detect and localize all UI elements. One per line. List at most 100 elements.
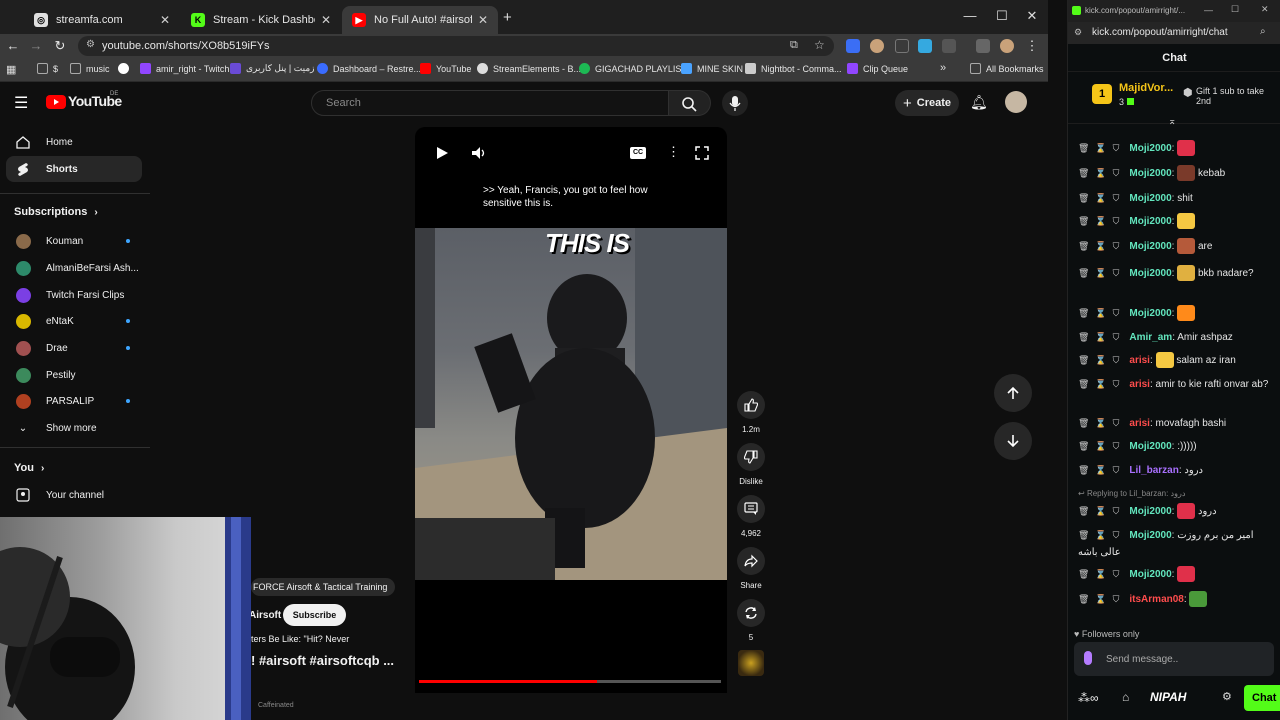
address-bar[interactable]: ⚙ youtube.com/shorts/XO8b519iFYs ⧉ ☆ <box>78 36 834 56</box>
channel-handle[interactable]: Airsoft <box>249 610 281 621</box>
bookmark-item[interactable]: YouTube <box>420 63 471 74</box>
hamburger-menu-icon[interactable]: ☰ <box>14 93 28 113</box>
minimize-button[interactable]: — <box>960 8 980 23</box>
account-avatar[interactable] <box>1005 91 1027 113</box>
profile-avatar[interactable] <box>1000 39 1014 53</box>
moderation-icons[interactable]: 🗑︎⌛⛉ <box>1078 569 1125 579</box>
chat-username[interactable]: Moji2000 <box>1129 530 1171 541</box>
moderation-icons[interactable]: 🗑︎⌛⛉ <box>1078 332 1125 342</box>
chat-username[interactable]: Lil_barzan <box>1129 465 1178 476</box>
you-heading[interactable]: You › <box>14 462 44 474</box>
short-title[interactable]: ! #airsoft #airsoftcqb ... <box>251 653 394 668</box>
moderation-icons[interactable]: 🗑︎⌛⛉ <box>1078 594 1125 604</box>
chat-message[interactable]: 🗑︎⌛⛉ Moji2000: <box>1078 305 1274 322</box>
tab-kick-dashboard[interactable]: K Stream - Kick Dashboard ✕ <box>181 6 341 34</box>
tab-streamfa[interactable]: ◎ streamfa.com ✕ <box>24 6 180 34</box>
remix-button[interactable]: 5 <box>736 599 766 642</box>
moderation-icons[interactable]: 🗑︎⌛⛉ <box>1078 308 1125 318</box>
sidebar-item-home[interactable]: Home <box>6 129 142 155</box>
moderation-icons[interactable]: 🗑︎⌛⛉ <box>1078 241 1125 251</box>
close-icon[interactable]: ✕ <box>478 13 488 27</box>
subscription-item[interactable]: AlmaniBeFarsi Ash... <box>6 255 142 281</box>
moderation-icons[interactable]: 🗑︎⌛⛉ <box>1078 193 1125 203</box>
fullscreen-button[interactable] <box>695 146 709 165</box>
extension-icon[interactable] <box>918 39 932 53</box>
moderation-icons[interactable]: 🗑︎⌛⛉ <box>1078 216 1125 226</box>
volume-button[interactable] <box>471 146 487 165</box>
create-button[interactable]: + Create <box>895 90 959 116</box>
chat-username[interactable]: Moji2000 <box>1129 241 1171 252</box>
chat-message[interactable]: 🗑︎⌛⛉ arisi: amir to kie rafti onvar ab? <box>1078 376 1274 410</box>
chat-message[interactable]: 🗑︎⌛⛉ Moji2000: <box>1078 140 1274 157</box>
close-window-button[interactable]: ✕ <box>1261 4 1269 15</box>
chat-message[interactable]: 🗑︎⌛⛉ Moji2000: bkb nadare? <box>1078 265 1274 299</box>
maximize-button[interactable]: ☐ <box>1231 4 1239 15</box>
menu-kebab-icon[interactable]: ⋮ <box>1022 37 1042 55</box>
subscription-item[interactable]: PARSALIP <box>6 388 142 414</box>
chat-username[interactable]: Moji2000 <box>1129 441 1171 452</box>
extension-icon[interactable] <box>846 39 860 53</box>
shorts-player[interactable]: CC ⋮ >> Yeah, Francis, you got to feel h… <box>415 127 727 693</box>
maximize-button[interactable]: ☐ <box>992 8 1012 24</box>
chat-message[interactable]: 🗑︎⌛⛉ Lil_barzan: درود <box>1078 462 1274 479</box>
video-frame[interactable]: THIS IS <box>415 228 727 580</box>
chat-message[interactable]: 🗑︎⌛⛉ Moji2000: امیر من برم روزت عالی باشه <box>1078 527 1274 561</box>
close-icon[interactable]: ✕ <box>321 13 331 27</box>
new-tab-button[interactable]: + <box>503 9 512 26</box>
media-icon[interactable] <box>976 39 990 53</box>
sound-thumbnail[interactable] <box>738 650 764 676</box>
progress-bar[interactable] <box>419 680 721 683</box>
settings-gear-icon[interactable]: ⚙ <box>1222 690 1232 703</box>
moderation-icons[interactable]: 🗑︎⌛⛉ <box>1078 168 1125 178</box>
chat-message[interactable]: 🗑︎⌛⛉ Moji2000: are <box>1078 238 1274 255</box>
chat-username[interactable]: Moji2000 <box>1129 569 1171 580</box>
notifications-bell-icon[interactable]: 🔔︎ <box>970 94 988 111</box>
chat-message[interactable]: 🗑︎⌛⛉ itsArman08: <box>1078 591 1274 608</box>
moderation-icons[interactable]: 🗑︎⌛⛉ <box>1078 441 1125 451</box>
close-window-button[interactable]: ✕ <box>1022 8 1042 24</box>
like-button[interactable]: 1.2m <box>736 391 766 434</box>
back-button[interactable]: ← <box>3 37 23 55</box>
chat-message[interactable]: 🗑︎⌛⛉ arisi: movafagh bashi <box>1078 415 1274 432</box>
chat-username[interactable]: arisi <box>1129 355 1150 366</box>
all-bookmarks-button[interactable]: All Bookmarks <box>970 63 1044 74</box>
bookmark-item[interactable]: $ <box>37 63 58 74</box>
dislike-button[interactable]: Dislike <box>736 443 766 486</box>
site-info-icon[interactable]: ⚙ <box>1074 27 1082 38</box>
sidebar-item-your-channel[interactable]: Your channel <box>6 482 142 508</box>
bookmark-item[interactable]: Nightbot - Comma... <box>745 63 842 74</box>
moderation-icons[interactable]: 🗑︎⌛⛉ <box>1078 418 1125 428</box>
chat-username[interactable]: Moji2000 <box>1129 506 1171 517</box>
install-icon[interactable]: ⧉ <box>790 39 798 52</box>
chat-username[interactable]: Amir_am <box>1129 332 1172 343</box>
bookmark-item[interactable]: amir_right - Twitch <box>140 63 229 74</box>
more-options-icon[interactable]: ⋮ <box>667 144 680 160</box>
extension-icon[interactable] <box>895 39 909 53</box>
bookmark-item[interactable] <box>118 63 134 74</box>
subscription-item[interactable]: Twitch Farsi Clips <box>6 282 142 308</box>
chat-message[interactable]: 🗑︎⌛⛉ Moji2000: kebab <box>1078 165 1274 182</box>
extension-icon[interactable] <box>870 39 884 53</box>
reload-button[interactable]: ↻ <box>50 37 70 55</box>
comments-button[interactable]: 4,962 <box>736 495 766 538</box>
moderation-icons[interactable]: 🗑︎⌛⛉ <box>1078 268 1125 278</box>
moderation-icons[interactable]: 🗑︎⌛⛉ <box>1078 143 1125 153</box>
nipah-logo[interactable]: NIPAH <box>1150 690 1186 704</box>
minimize-button[interactable]: — <box>1204 5 1213 15</box>
bookmark-item[interactable]: music <box>70 63 110 74</box>
collapse-chevron-icon[interactable]: ⌅ <box>1168 116 1176 127</box>
chat-username[interactable]: Moji2000 <box>1129 143 1171 154</box>
tab-youtube-short[interactable]: ▶ No Full Auto! #airsoft #airsoftc ✕ <box>342 6 498 34</box>
search-input[interactable]: Search <box>311 90 669 116</box>
chat-username[interactable]: arisi <box>1129 379 1150 390</box>
emote-menu-icon[interactable]: ⁂∞ <box>1078 691 1099 705</box>
microphone-icon[interactable] <box>1084 651 1092 665</box>
chat-message[interactable]: 🗑︎⌛⛉ Amir_am: Amir ashpaz <box>1078 329 1274 346</box>
moderation-icons[interactable]: 🗑︎⌛⛉ <box>1078 465 1125 475</box>
gift-prompt[interactable]: Gift 1 sub to take 2nd <box>1196 86 1274 106</box>
chat-message[interactable]: 🗑︎⌛⛉ Moji2000: <box>1078 213 1274 230</box>
chat-message[interactable]: 🗑︎⌛⛉ Moji2000: shit <box>1078 190 1274 207</box>
bookmark-item[interactable]: MINE SKIN <box>681 63 743 74</box>
bookmark-item[interactable]: GIGACHAD PLAYLIS... <box>579 63 689 74</box>
chat-username[interactable]: Moji2000 <box>1129 268 1171 279</box>
